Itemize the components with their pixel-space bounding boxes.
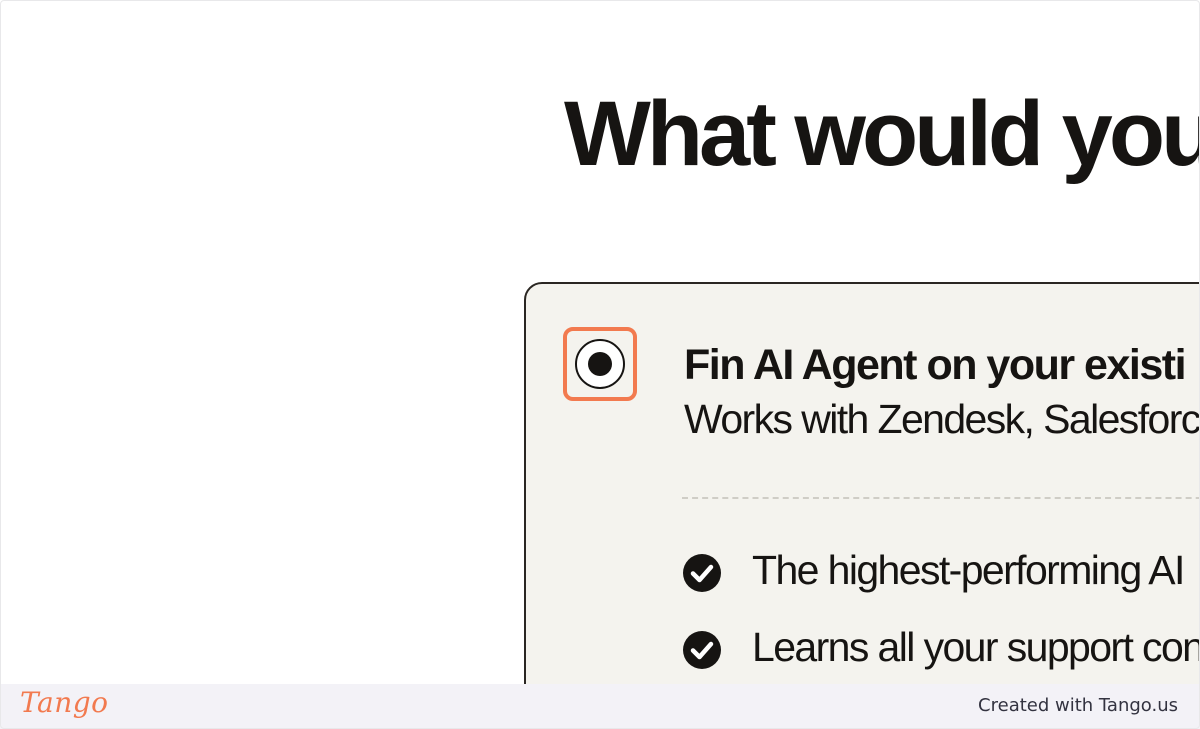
feature-text: The highest-performing AI (752, 547, 1185, 593)
tango-footer: Tango Created with Tango.us (0, 684, 1200, 729)
option-title: Fin AI Agent on your existi (684, 341, 1187, 389)
check-circle-icon (683, 631, 721, 669)
dashed-divider (682, 497, 1200, 499)
radio-dot (588, 352, 612, 376)
screenshot-frame: What would you Fin AI Agent on your exis… (0, 0, 1200, 729)
check-circle-icon (683, 554, 721, 592)
feature-text: Learns all your support con (752, 624, 1200, 670)
radio-selected-icon[interactable] (575, 339, 625, 389)
option-subtitle: Works with Zendesk, Salesforc (684, 396, 1200, 442)
page-headline: What would you (564, 83, 1200, 185)
tango-logo: Tango (20, 686, 109, 719)
footer-credit: Created with Tango.us (978, 695, 1178, 716)
page-content: What would you Fin AI Agent on your exis… (0, 0, 1200, 684)
